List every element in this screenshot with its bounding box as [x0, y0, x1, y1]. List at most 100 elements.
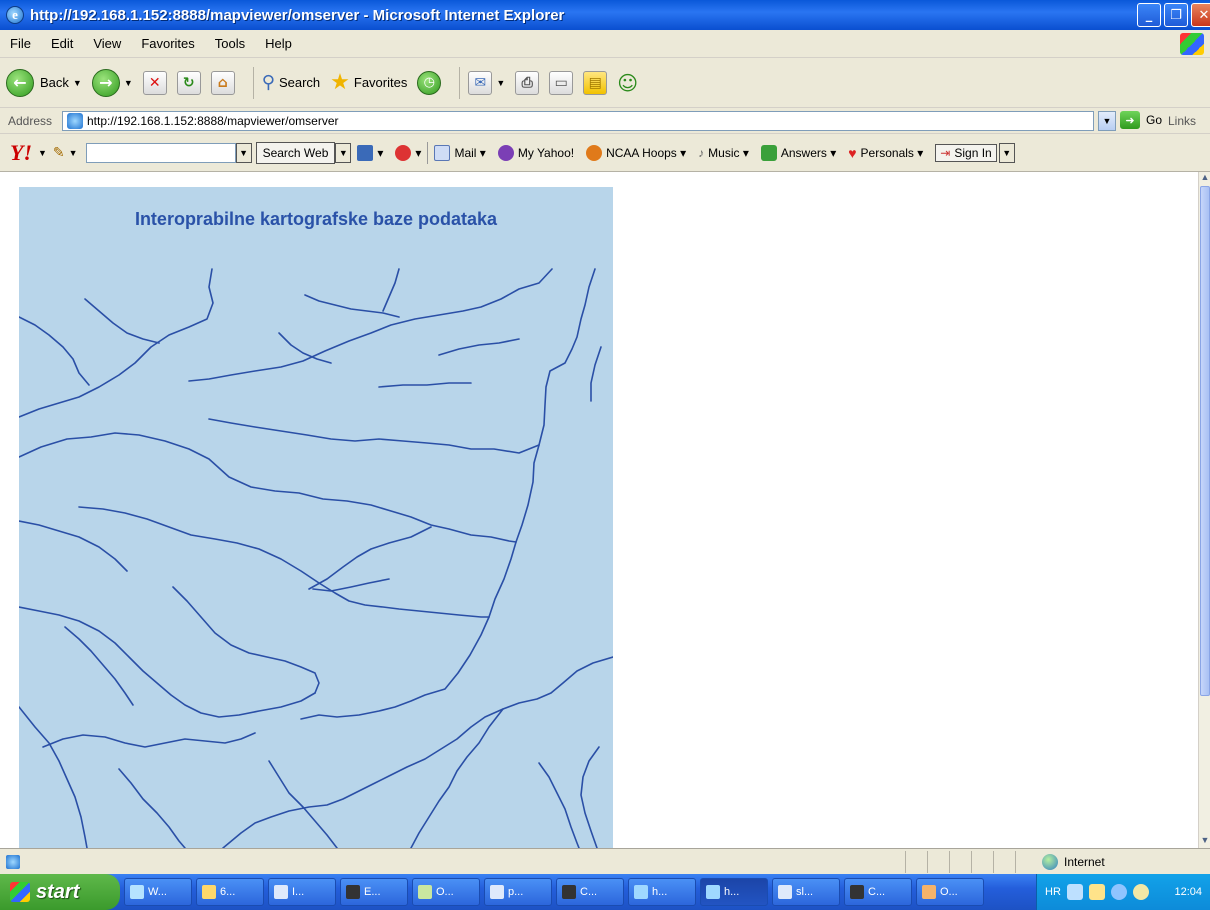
yahoo-toolbar: Y! ▼ ✎ ▼ ▼ Search Web ▼ ▾ ▾ Mail ▾ My Ya… [0, 134, 1210, 172]
network-icon[interactable] [1066, 884, 1083, 900]
chevron-down-icon[interactable]: ▼ [38, 148, 47, 158]
start-label: start [36, 880, 80, 903]
go-label: Go [1146, 113, 1163, 127]
back-button[interactable]: ← Back ▼ [6, 68, 82, 97]
status-cell [949, 851, 971, 873]
chevron-down-icon[interactable]: ▼ [69, 148, 78, 158]
taskbar-button-label: sl... [796, 886, 814, 898]
river-path [64, 626, 134, 706]
discuss-button[interactable]: ▤ [583, 70, 608, 95]
taskbar-button[interactable]: I... [268, 878, 336, 906]
river-map [19, 268, 613, 848]
music-item[interactable]: ♪ Music ▾ [698, 146, 749, 160]
links-button[interactable]: Links [1168, 114, 1196, 128]
vertical-scrollbar[interactable]: ▲ ▼ [1198, 172, 1210, 848]
menu-tools[interactable]: Tools [205, 36, 255, 51]
clock[interactable]: 12:04 [1174, 886, 1202, 898]
yahoo-logo[interactable]: Y! [10, 140, 32, 166]
taskbar-button[interactable]: p... [484, 878, 552, 906]
start-button[interactable]: start [0, 874, 120, 910]
print-button[interactable]: ⎙ [515, 70, 540, 95]
answers-item[interactable]: Answers ▾ [760, 144, 836, 161]
taskbar-button[interactable]: C... [844, 878, 912, 906]
history-icon: ◷ [417, 70, 442, 95]
river-path [222, 656, 613, 848]
map-view[interactable]: Interoprabilne kartografske baze podatak… [19, 187, 613, 848]
yahoo-search-dropdown[interactable]: ▼ [235, 142, 252, 163]
refresh-button[interactable]: ↻ [176, 70, 201, 95]
mail-button[interactable]: ✉ ▼ [468, 70, 505, 95]
personals-item[interactable]: ♥ Personals ▾ [848, 145, 923, 161]
close-button[interactable]: ✕ [1191, 3, 1210, 27]
status-cell [993, 851, 1015, 873]
forward-button[interactable]: → ▼ [91, 68, 133, 97]
help-icon[interactable] [1088, 884, 1105, 900]
taskbar-button[interactable]: E... [340, 878, 408, 906]
river-path [84, 298, 160, 344]
chevron-down-icon[interactable]: ▼ [124, 78, 133, 88]
address-label: Address [8, 113, 53, 128]
search-web-button[interactable]: Search Web [255, 141, 336, 164]
ncaa-hoops-label: NCAA Hoops [606, 145, 677, 160]
zone-label: Internet [1064, 855, 1105, 869]
river-path [410, 708, 504, 848]
edit-button[interactable]: ▭ [549, 70, 574, 95]
taskbar-button-label: O... [940, 886, 958, 898]
scroll-up-icon[interactable]: ▲ [1199, 172, 1210, 185]
taskbar-button[interactable]: W... [124, 878, 192, 906]
title-bar[interactable]: e http://192.168.1.152:8888/mapviewer/om… [0, 0, 1210, 30]
maximize-button[interactable]: ❐ [1164, 3, 1188, 27]
music-icon: ♪ [698, 145, 705, 160]
java-icon [922, 885, 936, 899]
address-bar: Address http://192.168.1.152:8888/mapvie… [0, 108, 1210, 134]
history-button[interactable]: ◷ [417, 70, 442, 95]
taskbar-button[interactable]: C... [556, 878, 624, 906]
address-dropdown-button[interactable]: ▼ [1098, 111, 1116, 131]
taskbar-button[interactable]: O... [412, 878, 480, 906]
language-indicator[interactable]: HR [1045, 886, 1061, 898]
go-button[interactable]: ➜ Go [1120, 111, 1162, 129]
taskbar-button[interactable]: O... [916, 878, 984, 906]
menu-file[interactable]: File [0, 36, 41, 51]
messenger-button[interactable]: ☺ [617, 71, 638, 95]
yahoo-search-input[interactable] [85, 142, 236, 163]
chevron-down-icon[interactable]: ▼ [73, 78, 82, 88]
my-yahoo-item[interactable]: My Yahoo! [497, 144, 574, 161]
stop-button[interactable]: ✕ [142, 70, 167, 95]
river-path [19, 432, 517, 543]
collapse-tray-icon[interactable] [1110, 884, 1127, 900]
scroll-down-icon[interactable]: ▼ [1199, 835, 1210, 848]
search-button[interactable]: ⚲ Search [262, 72, 320, 93]
favorites-button[interactable]: ★ Favorites [330, 70, 407, 95]
scrollbar-thumb[interactable] [1200, 186, 1210, 696]
chevron-down-icon[interactable]: ▼ [496, 78, 505, 88]
ncaa-hoops-item[interactable]: NCAA Hoops ▾ [586, 144, 686, 161]
minimize-button[interactable]: _ [1137, 3, 1161, 27]
pencil-icon[interactable]: ✎ [53, 144, 65, 161]
popup-blocker-button[interactable]: ▾ [357, 144, 383, 161]
search-web-dropdown[interactable]: ▼ [335, 142, 352, 163]
menu-view[interactable]: View [83, 36, 131, 51]
highlight-button[interactable]: ▾ [395, 144, 421, 161]
page-icon [67, 113, 83, 129]
menu-help[interactable]: Help [255, 36, 302, 51]
word-icon [778, 885, 792, 899]
menu-edit[interactable]: Edit [41, 36, 83, 51]
home-button[interactable]: ⌂ [210, 70, 235, 95]
taskbar-button[interactable]: h... [628, 878, 696, 906]
sign-in-dropdown[interactable]: ▼ [998, 142, 1015, 163]
window-title: http://192.168.1.152:8888/mapviewer/omse… [30, 6, 565, 24]
menu-favorites[interactable]: Favorites [131, 36, 204, 51]
address-input[interactable]: http://192.168.1.152:8888/mapviewer/omse… [62, 111, 1094, 131]
system-tray: HR 12:04 [1036, 874, 1210, 910]
yahoo-mail-item[interactable]: Mail ▾ [434, 144, 486, 161]
taskbar-button-label: h... [724, 886, 740, 898]
volume-icon[interactable] [1132, 884, 1149, 900]
river-path [188, 268, 553, 382]
river-path [208, 418, 540, 454]
taskbar-button[interactable]: sl... [772, 878, 840, 906]
taskbar-button[interactable]: 6... [196, 878, 264, 906]
sign-in-button[interactable]: ⇥ Sign In [935, 143, 997, 162]
highlight-icon [395, 144, 412, 161]
taskbar-button-active[interactable]: h... [700, 878, 768, 906]
